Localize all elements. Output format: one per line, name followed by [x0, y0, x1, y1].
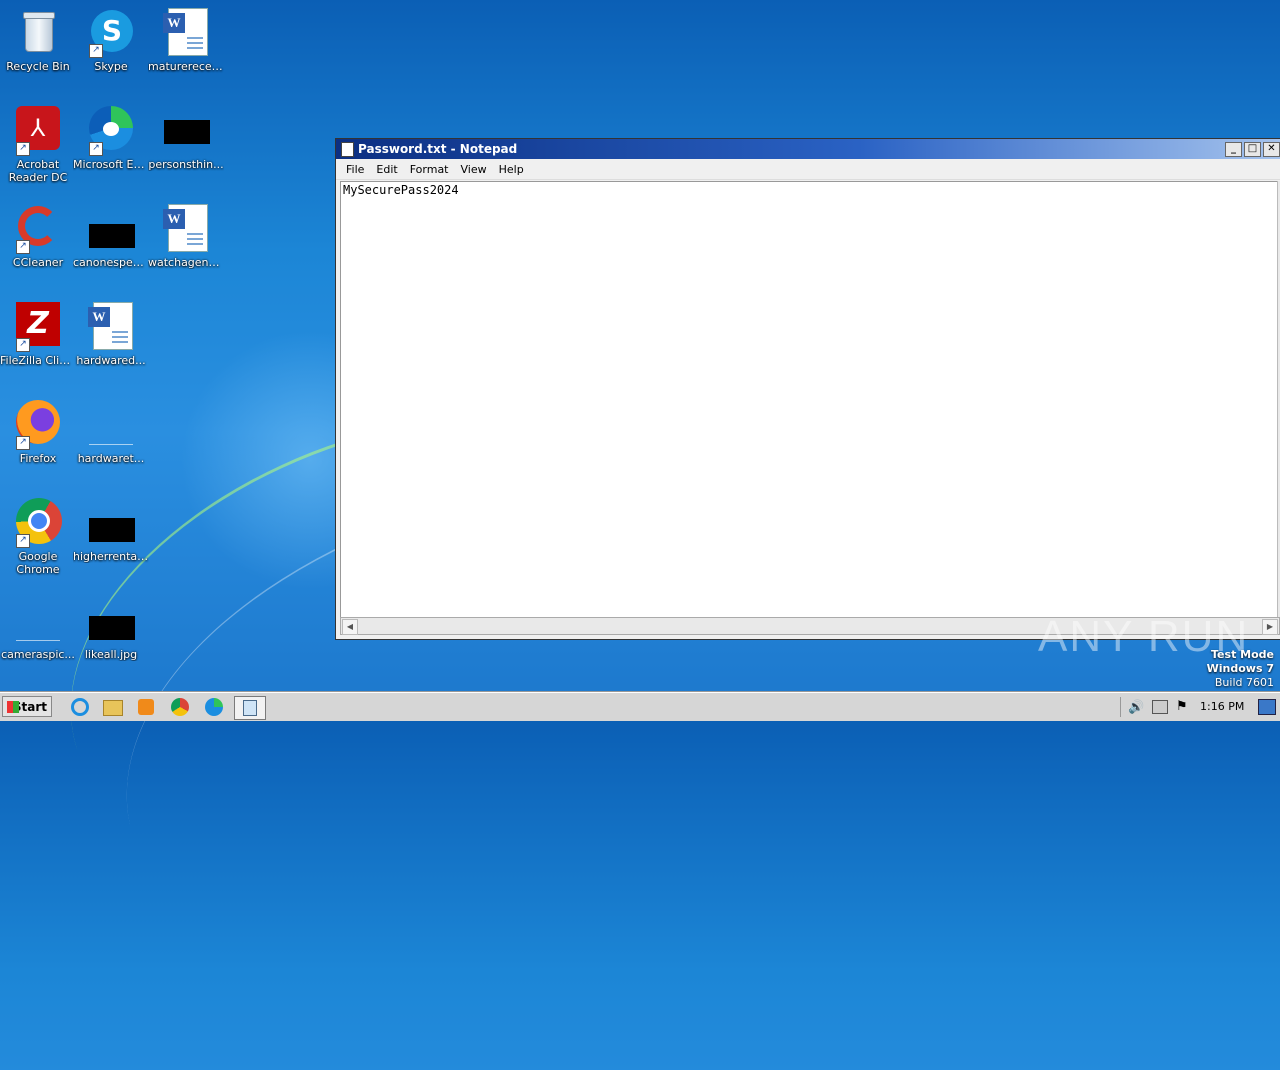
window-title: Password.txt - Notepad — [358, 142, 518, 156]
firefox-icon: ↗ — [14, 400, 62, 450]
test-mode-label: Test Mode — [1211, 648, 1274, 661]
menu-help[interactable]: Help — [493, 163, 530, 176]
close-button[interactable]: ✕ — [1263, 142, 1280, 157]
volume-icon[interactable]: 🔊 — [1128, 700, 1144, 715]
network-icon[interactable] — [1152, 700, 1168, 714]
build-label: Build 7601 — [1214, 676, 1274, 689]
menu-file[interactable]: File — [340, 163, 370, 176]
shortcut-arrow-icon: ↗ — [16, 436, 30, 450]
desktop-icon-filezilla[interactable]: Z ↗ FileZilla Client — [0, 302, 76, 367]
file-thumbnail-icon — [162, 106, 210, 154]
desktop-icon-personsthin[interactable]: personsthin... — [148, 106, 224, 171]
shortcut-arrow-icon: ↗ — [16, 534, 30, 548]
document-text: MySecurePass2024 — [343, 183, 459, 197]
shortcut-arrow-icon: ↗ — [16, 142, 30, 156]
desktop-icon-label: personsthin... — [148, 158, 224, 171]
desktop-icon-label: CCleaner — [12, 256, 64, 269]
word-document-icon: W — [162, 204, 210, 252]
media-player-taskbar-icon[interactable] — [136, 697, 158, 717]
desktop-icon-watchagenc[interactable]: W watchagenc... — [148, 204, 224, 269]
desktop-icon-firefox[interactable]: ↗ Firefox — [0, 400, 76, 465]
shortcut-arrow-icon: ↗ — [16, 338, 30, 352]
minimize-button[interactable]: _ — [1225, 142, 1242, 157]
acrobat-reader-icon: ⅄ ↗ — [14, 106, 62, 156]
filezilla-icon: Z ↗ — [14, 302, 62, 352]
chrome-icon: ↗ — [14, 498, 62, 548]
desktop-icon-label: Acrobat Reader DC — [8, 158, 68, 184]
desktop-icon-label: maturerecei... — [148, 60, 224, 73]
desktop-icon-label: cameraspic... — [1, 648, 75, 661]
ccleaner-icon: ↗ — [14, 204, 62, 254]
desktop-icon-label: Recycle Bin — [6, 60, 70, 73]
scroll-left-arrow-icon[interactable]: ◀ — [342, 619, 358, 635]
desktop-icon-hardwared[interactable]: W hardwared... — [73, 302, 149, 367]
desktop-icon-edge[interactable]: ↗ Microsoft Edge — [73, 106, 149, 171]
desktop-icon-hardwaret[interactable]: hardwaret... — [73, 400, 149, 465]
desktop-icon-label: Google Chrome — [16, 550, 60, 576]
desktop-icon-label: higherrental... — [73, 550, 149, 563]
desktop-icon-label: Skype — [94, 60, 128, 73]
chrome-taskbar-icon[interactable] — [170, 697, 192, 717]
menu-edit[interactable]: Edit — [370, 163, 403, 176]
menu-view[interactable]: View — [455, 163, 493, 176]
text-editor-area[interactable]: MySecurePass2024 — [340, 181, 1280, 619]
clock[interactable]: 1:16 PM — [1200, 695, 1244, 719]
start-button[interactable]: Start — [2, 696, 52, 717]
desktop-icon-ccleaner[interactable]: ↗ CCleaner — [0, 204, 76, 269]
word-document-icon: W — [162, 8, 210, 56]
taskbar: Start 🔊 ⚑ 1:16 PM — [0, 692, 1280, 721]
menu-format[interactable]: Format — [404, 163, 455, 176]
notepad-window[interactable]: Password.txt - Notepad _ □ ✕ File Edit F… — [335, 138, 1280, 640]
notepad-taskbar-button[interactable] — [234, 696, 266, 720]
shortcut-arrow-icon: ↗ — [89, 142, 103, 156]
desktop-icon-label: Firefox — [19, 452, 57, 465]
file-thumbnail-icon — [14, 596, 62, 644]
test-mode-info: Test Mode Windows 7 Build 7601 — [1207, 648, 1274, 690]
internet-explorer-taskbar-icon[interactable] — [70, 697, 92, 717]
desktop-icon-label: hardwared... — [76, 354, 146, 367]
maximize-button[interactable]: □ — [1244, 142, 1261, 157]
desktop-icon-canonespec[interactable]: canonespec... — [73, 204, 149, 269]
window-titlebar[interactable]: Password.txt - Notepad _ □ ✕ — [336, 139, 1280, 159]
desktop-icon-maturerecei[interactable]: W maturerecei... — [148, 8, 224, 73]
desktop-icon-chrome[interactable]: ↗ Google Chrome — [0, 498, 76, 576]
desktop-icon-label: FileZilla Client — [0, 354, 76, 367]
desktop-icon-skype[interactable]: S ↗ Skype — [73, 8, 149, 73]
action-center-flag-icon[interactable]: ⚑ — [1176, 699, 1188, 714]
word-document-icon: W — [87, 302, 135, 350]
file-thumbnail-icon — [87, 596, 135, 644]
menu-bar: File Edit Format View Help — [336, 159, 1280, 180]
shortcut-arrow-icon: ↗ — [16, 240, 30, 254]
shortcut-arrow-icon: ↗ — [89, 44, 103, 58]
system-tray: 🔊 ⚑ 1:16 PM — [1120, 695, 1280, 719]
desktop-icon-label: likeall.jpg — [84, 648, 138, 661]
edge-icon: ↗ — [87, 106, 135, 156]
desktop-icon-acrobat[interactable]: ⅄ ↗ Acrobat Reader DC — [0, 106, 76, 184]
desktop-icon-label: Microsoft Edge — [73, 158, 149, 171]
file-explorer-taskbar-icon[interactable] — [103, 697, 125, 717]
scroll-right-arrow-icon[interactable]: ▶ — [1262, 619, 1278, 635]
windows-logo-icon — [7, 701, 19, 713]
recycle-bin-icon — [14, 8, 62, 56]
desktop-icon-label: canonespec... — [73, 256, 149, 269]
skype-icon: S ↗ — [87, 8, 135, 58]
desktop-icon-label: hardwaret... — [77, 452, 145, 465]
file-thumbnail-icon — [87, 204, 135, 252]
os-name-label: Windows 7 — [1206, 662, 1274, 675]
file-thumbnail-icon — [87, 498, 135, 546]
show-desktop-icon[interactable] — [1258, 699, 1276, 715]
desktop-icon-label: watchagenc... — [148, 256, 224, 269]
desktop-icon-higherrental[interactable]: higherrental... — [73, 498, 149, 563]
file-thumbnail-icon — [87, 400, 135, 448]
edge-taskbar-icon[interactable] — [204, 697, 226, 717]
desktop-icon-likeall[interactable]: likeall.jpg — [73, 596, 149, 661]
notepad-icon — [341, 142, 354, 157]
desktop-icon-cameraspic[interactable]: cameraspic... — [0, 596, 76, 661]
desktop-icon-recycle-bin[interactable]: Recycle Bin — [0, 8, 76, 73]
